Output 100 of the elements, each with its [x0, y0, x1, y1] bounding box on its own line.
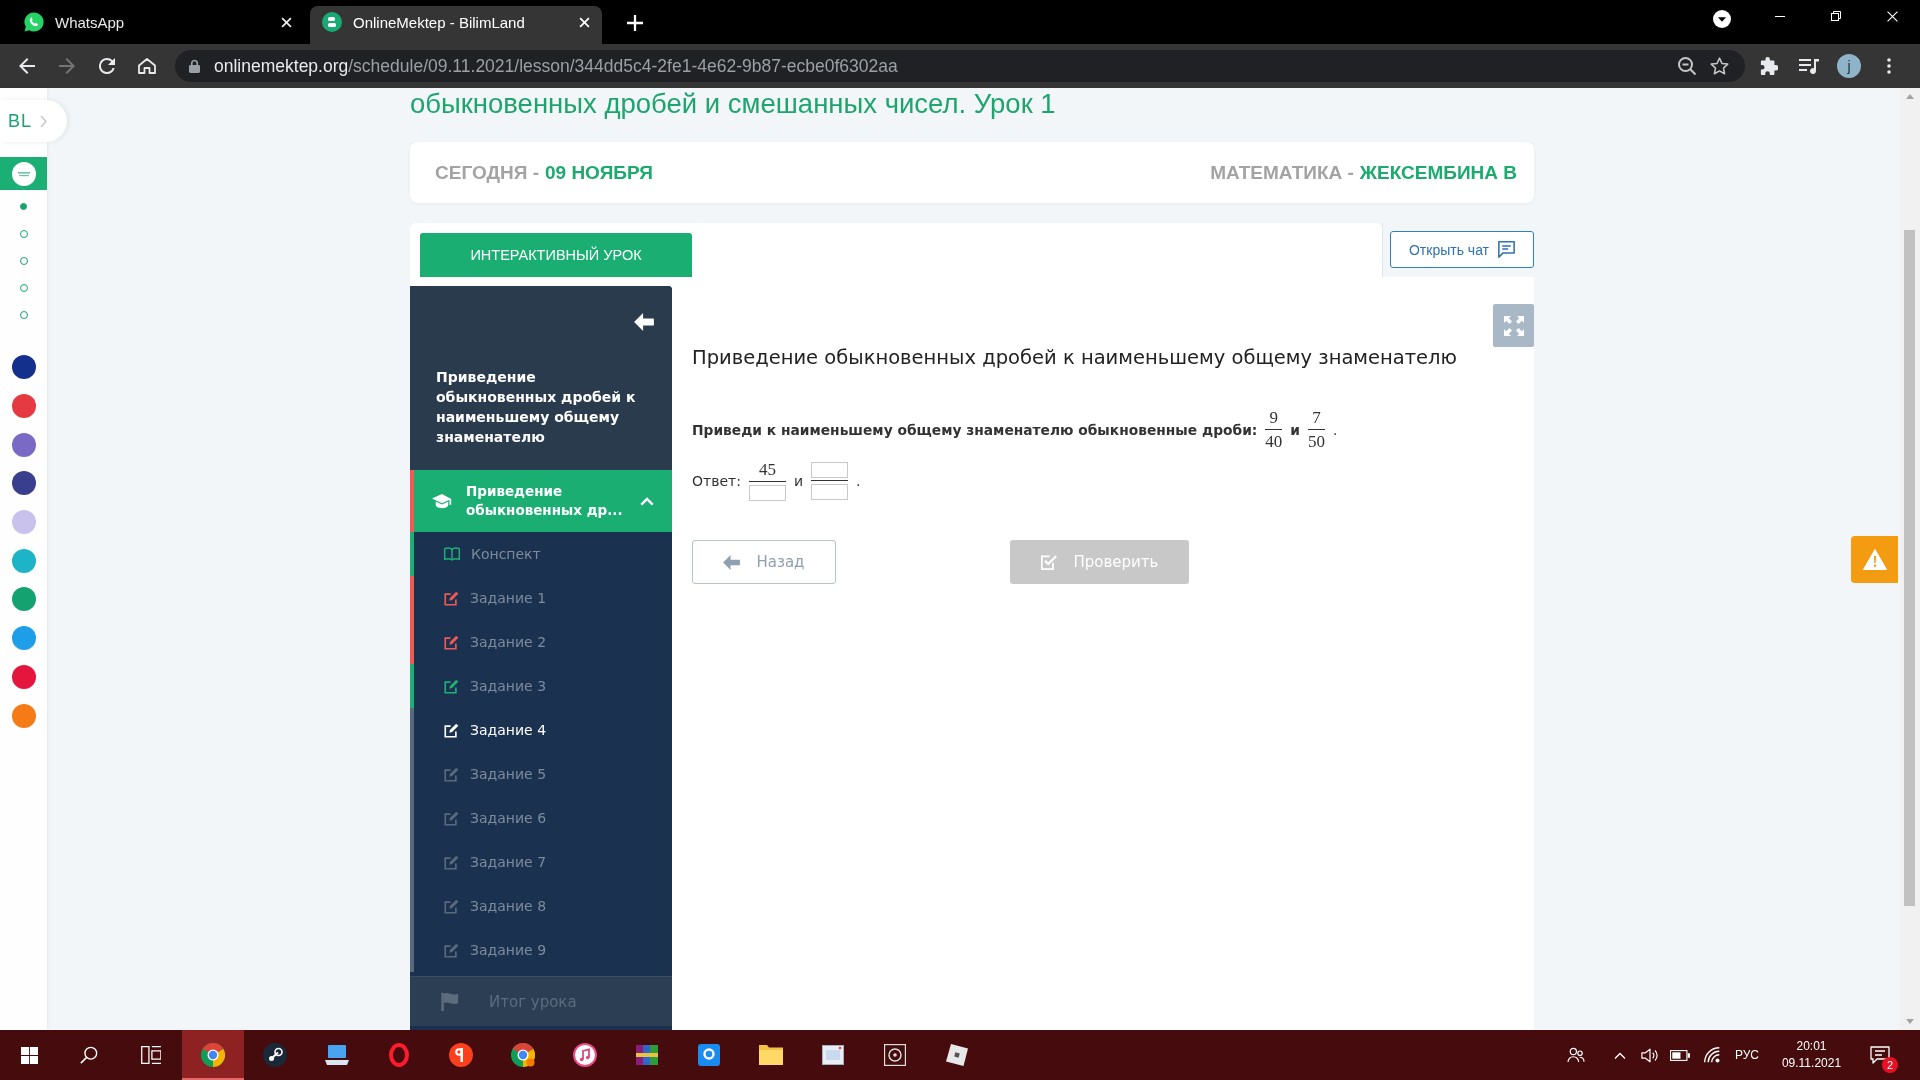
- period-text: .: [1333, 422, 1338, 438]
- collapse-sidebar-button[interactable]: [634, 313, 654, 331]
- app-tile-icon: [698, 1044, 720, 1066]
- minimize-icon: [1775, 15, 1785, 17]
- reload-icon: [99, 58, 115, 74]
- task-heading: Приведение обыкновенных дробей к наименьшему общему знаменателю: [692, 345, 1458, 371]
- archive-icon: [636, 1045, 658, 1065]
- scrollbar-thumb[interactable]: [1904, 230, 1915, 906]
- address-bar-field[interactable]: onlinemektep.org/schedule/09.11.2021/lesson/344dd5c4-2fe1-4e62-9b87-ecbe0f6302aa: [175, 50, 1745, 82]
- close-icon: [1886, 10, 1898, 22]
- edit-icon: [444, 766, 459, 782]
- triangle-down-icon: [1906, 1019, 1914, 1024]
- browser-tab[interactable]: WhatsApp: [12, 6, 304, 44]
- music-note-icon: [573, 1043, 597, 1067]
- notification-badge: 2: [1882, 1057, 1898, 1073]
- numerator-text: 9: [1269, 408, 1279, 428]
- zoom-out-icon: [1678, 57, 1696, 75]
- check-square-icon: [1040, 554, 1057, 570]
- laptop-icon: [325, 1045, 349, 1065]
- tab-search-button[interactable]: [1710, 7, 1734, 31]
- people-icon: [1567, 1047, 1585, 1063]
- close-icon: [280, 16, 292, 28]
- battery-icon: [1670, 1049, 1690, 1061]
- piston-logo-icon: [263, 1043, 287, 1067]
- lesson-nav-item[interactable]: Задание 8: [410, 884, 672, 928]
- browser-tab[interactable]: OnlineMektep - BilimLand: [310, 6, 602, 44]
- ring-icon: [389, 1043, 409, 1067]
- expand-icon: [1503, 315, 1524, 336]
- menu-icon: [1887, 58, 1891, 74]
- conjunction-text: и: [1290, 422, 1300, 438]
- lesson-nav-item[interactable]: Задание 1: [410, 576, 672, 620]
- triangle-up-icon: [1906, 94, 1914, 99]
- lesson-nav-item[interactable]: Задание 4: [410, 708, 672, 752]
- lesson-nav-item[interactable]: Задание 7: [410, 840, 672, 884]
- answer-label: Ответ:: [692, 473, 741, 489]
- folder-icon: [759, 1045, 783, 1065]
- arrow-left-icon: [19, 58, 35, 74]
- target-app-icon: [884, 1044, 906, 1066]
- date-label: СЕГОДНЯ -: [435, 161, 539, 184]
- logo-toggle-button[interactable]: BL: [0, 100, 67, 142]
- chevron-right-icon: [40, 114, 48, 128]
- edit-icon: [444, 854, 459, 870]
- chevron-up-icon: [640, 496, 654, 506]
- restore-icon: [1831, 11, 1841, 21]
- notifications-button[interactable]: 2: [1856, 1030, 1904, 1080]
- lesson-nav-item[interactable]: Задание 6: [410, 796, 672, 840]
- browser-icon: [201, 1043, 225, 1067]
- lesson-nav-item[interactable]: Задание 2: [410, 620, 672, 664]
- plus-icon: [627, 15, 643, 31]
- lesson-nav-item[interactable]: Задание 9: [410, 928, 672, 972]
- open-chat-button[interactable]: Открыть чат: [1390, 231, 1534, 268]
- task-prompt: Приведи к наименьшему общему знаменателю обыкновенные дроби:: [692, 422, 1258, 438]
- numerator-text: 7: [1312, 408, 1321, 428]
- playlist-icon: [1799, 58, 1819, 74]
- answer-input[interactable]: [748, 485, 786, 501]
- volume-icon: [1641, 1047, 1659, 1063]
- subject-label: МАТЕМАТИКА -: [1210, 161, 1354, 184]
- teacher-name: ЖЕКСЕМБИНА В: [1359, 161, 1517, 184]
- arrow-left-icon: [723, 554, 741, 570]
- task-view-icon: [141, 1046, 161, 1064]
- browser-icon: [511, 1043, 535, 1067]
- search-icon: [80, 1046, 98, 1064]
- round-logo-icon: [449, 1043, 473, 1067]
- language-button[interactable]: РУС: [1727, 1030, 1767, 1080]
- lesson-nav-item[interactable]: Задание 5: [410, 752, 672, 796]
- denominator-text: 40: [1265, 432, 1283, 452]
- lock-icon: [189, 59, 200, 73]
- home-nav-item[interactable]: [0, 157, 47, 190]
- phone-bubble-icon: [24, 12, 44, 32]
- app-logo-icon[interactable]: [11, 355, 36, 380]
- chat-icon: [1498, 241, 1516, 258]
- windows-start-icon: [20, 1046, 38, 1064]
- app-logo-icon[interactable]: [11, 471, 36, 496]
- lesson-section-header[interactable]: Приведение обыкновенных др...: [410, 470, 672, 532]
- chevron-up-icon: [1614, 1051, 1626, 1059]
- edit-icon: [444, 722, 459, 738]
- edit-icon: [444, 942, 459, 958]
- edit-icon: [444, 898, 459, 914]
- lesson-title: Приведение обыкновенных дробей к наименьшему общему знаменателю: [436, 368, 637, 447]
- lesson-nav-item[interactable]: Задание 3: [410, 664, 672, 708]
- date-value: 09 НОЯБРЯ: [544, 161, 653, 184]
- edit-icon: [444, 810, 459, 826]
- numerator-text: 45: [758, 460, 776, 480]
- home-icon: [138, 58, 156, 74]
- lesson-page-title: обыкновенных дробей и смешанных чисел. Урок 1: [410, 88, 1057, 119]
- period-text: .: [856, 473, 861, 489]
- open-book-icon: [444, 547, 460, 561]
- lesson-tab[interactable]: ИНТЕРАКТИВНЫЙ УРОК: [420, 233, 692, 277]
- lesson-nav-item[interactable]: Конспект: [410, 532, 672, 576]
- answer-input[interactable]: [811, 484, 849, 500]
- conjunction-text: и: [793, 473, 804, 489]
- step-dot-icon[interactable]: [20, 203, 27, 210]
- edit-icon: [444, 590, 459, 606]
- edit-icon: [444, 678, 459, 694]
- arrow-left-icon: [634, 313, 654, 331]
- clock-button[interactable]: 20:01 09.11.2021: [1767, 1030, 1856, 1080]
- wifi-icon: [1704, 1047, 1720, 1063]
- site-logo-icon: [322, 12, 342, 32]
- back-button[interactable]: Назад: [692, 540, 836, 584]
- answer-input[interactable]: [811, 462, 849, 478]
